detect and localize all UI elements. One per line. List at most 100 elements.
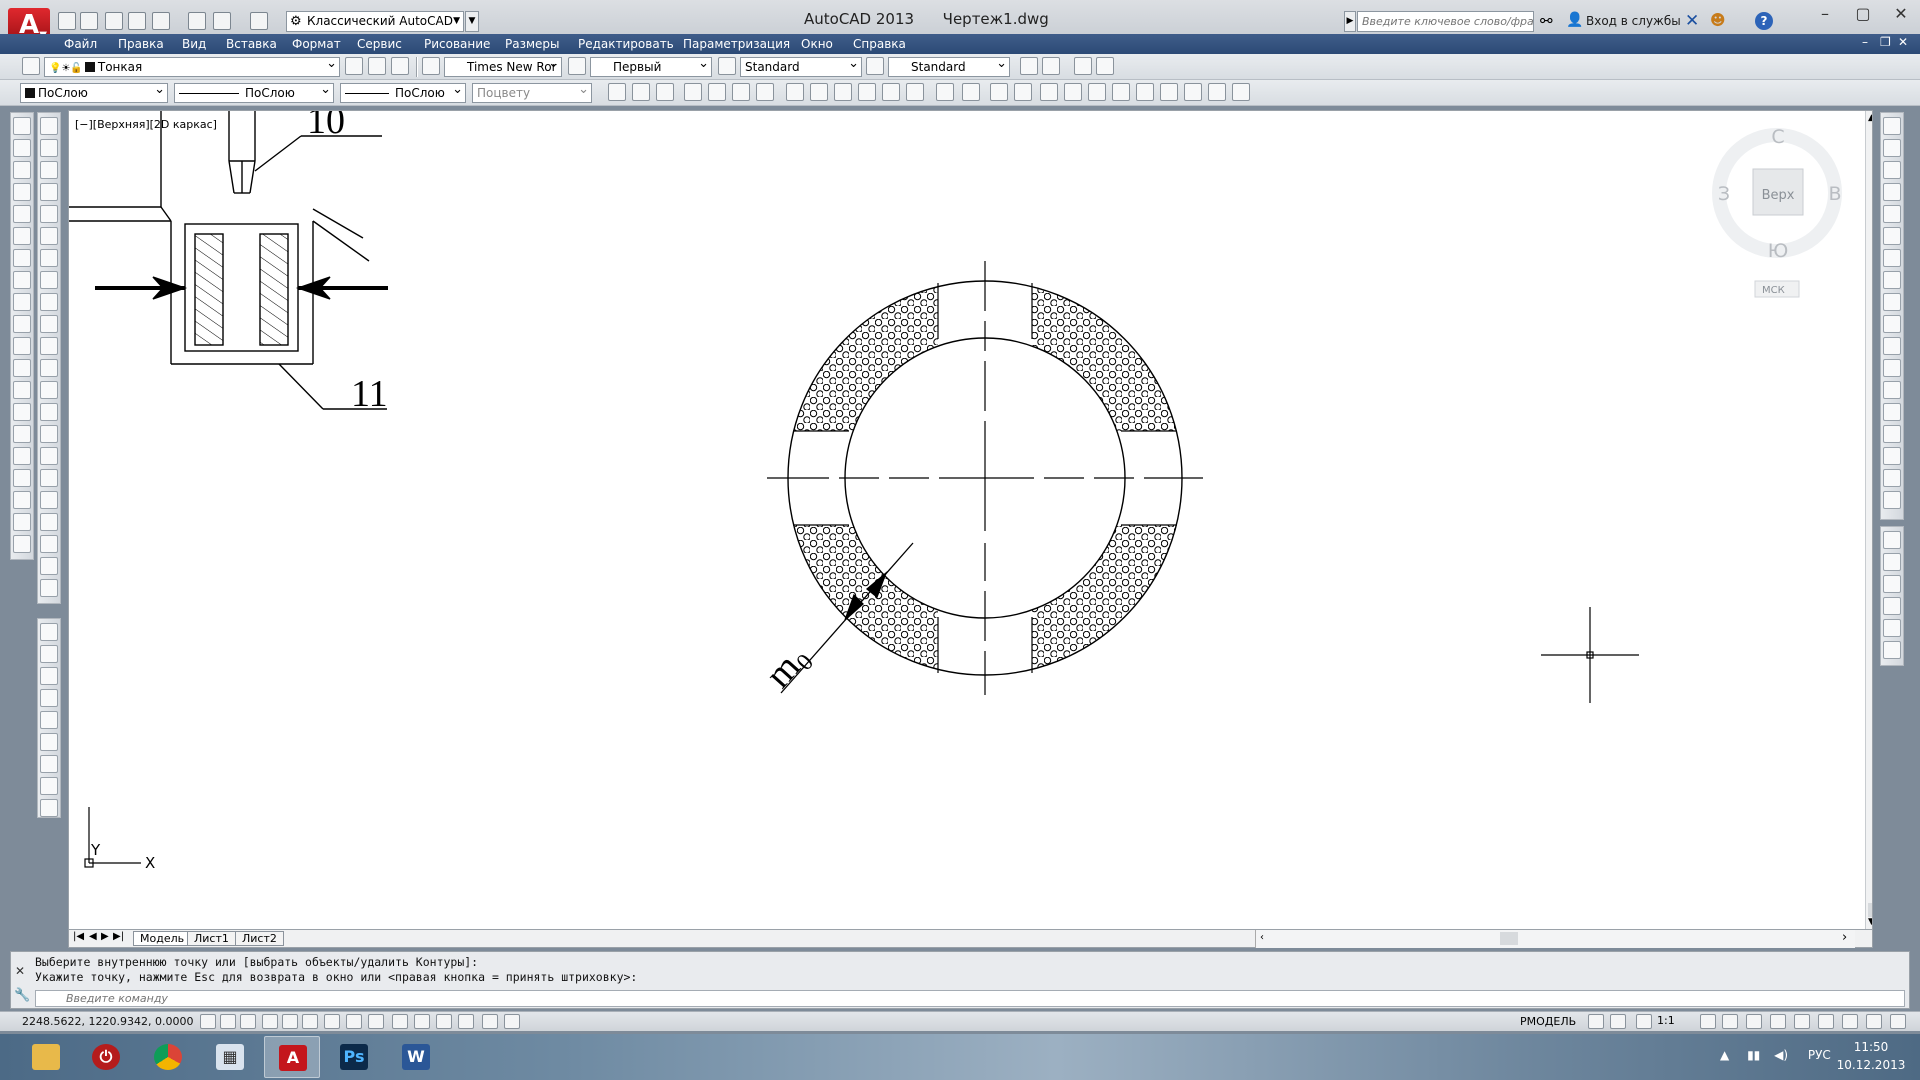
status-tool-icon[interactable] [1794,1014,1810,1029]
status-tool-icon[interactable] [1700,1014,1716,1029]
draw-tool-icon[interactable] [13,139,31,157]
draw-tool-icon[interactable] [13,205,31,223]
multileader-icon[interactable] [1096,57,1114,75]
status-toggle-icon[interactable] [392,1014,408,1029]
multileader-style-icon[interactable] [866,57,884,75]
standard-tool-icon[interactable] [1014,83,1032,101]
draw-tool-icon[interactable] [13,513,31,531]
maximize-button[interactable]: ▢ [1846,4,1880,23]
draw-tool-icon[interactable] [13,535,31,553]
doc-close-button[interactable]: ✕ [1898,35,1908,49]
horizontal-scrollbar[interactable]: ‹ › [1255,930,1855,948]
menu-item[interactable]: Вставка [226,35,277,53]
standard-tool-icon[interactable] [962,83,980,101]
dimension-style-icon[interactable] [568,57,586,75]
standard-tool-icon[interactable] [1064,83,1082,101]
status-toggle-icon[interactable] [302,1014,318,1029]
draw-tool-icon[interactable] [13,491,31,509]
color-dropdown[interactable]: ПоСлою [20,83,168,103]
dimension-tool-icon[interactable] [40,139,58,157]
tab-next-icon[interactable]: ▶ [101,931,109,942]
user-icon[interactable]: 👤 [1566,12,1583,28]
standard-tool-icon[interactable] [936,83,954,101]
standard-tool-icon[interactable] [756,83,774,101]
dimension-tool-icon[interactable] [40,249,58,267]
menu-item[interactable]: Размеры [505,35,560,53]
standard-tool-icon[interactable] [786,83,804,101]
status-toggle-icon[interactable] [436,1014,452,1029]
make-current-layer-icon[interactable] [345,57,363,75]
scroll-up-icon[interactable]: ▲ [1868,113,1872,123]
status-toggle-icon[interactable] [240,1014,256,1029]
status-toggle-icon[interactable] [504,1014,520,1029]
text-style-dropdown[interactable]: Standard [740,57,862,77]
modify-tool-icon[interactable] [1883,139,1901,157]
standard-tool-icon[interactable] [1112,83,1130,101]
tab-model[interactable]: Модель [133,931,192,946]
modify-tool-icon[interactable] [1883,447,1901,465]
standard-tool-icon[interactable] [882,83,900,101]
open-file-icon[interactable] [80,12,98,30]
publish-icon[interactable] [152,12,170,30]
status-toggle-icon[interactable] [282,1014,298,1029]
table-style-dropdown[interactable]: Standard [888,57,1010,77]
tab-last-icon[interactable]: ▶| [113,931,124,942]
taskbar-calculator[interactable]: ▦ [202,1036,258,1078]
text-tool-icon[interactable] [40,777,58,795]
close-icon[interactable]: ✕ [15,964,25,978]
standard-tool-icon[interactable] [684,83,702,101]
draw-tool-icon[interactable] [13,425,31,443]
text-tool-icon[interactable] [40,667,58,685]
scroll-right-icon[interactable]: › [1842,930,1847,945]
standard-tool-icon[interactable] [1232,83,1250,101]
draw-order-tool-icon[interactable] [1883,575,1901,593]
volume-icon[interactable]: ◀) [1774,1048,1788,1062]
standard-tool-icon[interactable] [656,83,674,101]
menu-item[interactable]: Окно [801,35,833,53]
save-as-icon[interactable] [128,12,146,30]
menu-item[interactable]: Параметризация [683,35,790,53]
doc-minimize-button[interactable]: – [1862,35,1868,49]
doc-restore-button[interactable]: ❐ [1880,35,1891,49]
taskbar-power[interactable]: ⏻ [78,1036,134,1078]
standard-tool-icon[interactable] [1088,83,1106,101]
viewcube-west[interactable]: З [1718,183,1730,205]
ucs-menu[interactable]: МСК [1762,285,1785,296]
draw-tool-icon[interactable] [13,403,31,421]
dimension-tool-icon[interactable] [40,557,58,575]
status-tool-icon[interactable] [1588,1014,1604,1029]
viewcube-south[interactable]: Ю [1768,240,1789,262]
dimension-tool-icon[interactable] [40,227,58,245]
draw-tool-icon[interactable] [13,469,31,487]
draw-tool-icon[interactable] [13,227,31,245]
modify-tool-icon[interactable] [1883,425,1901,443]
modify-tool-icon[interactable] [1883,117,1901,135]
taskbar-chrome[interactable] [140,1036,196,1078]
modify-tool-icon[interactable] [1883,491,1901,509]
status-toggle-icon[interactable] [324,1014,340,1029]
viewcube-east[interactable]: В [1828,183,1841,205]
standard-tool-icon[interactable] [834,83,852,101]
dimension-tool-icon[interactable] [40,293,58,311]
standard-tool-icon[interactable] [608,83,626,101]
standard-tool-icon[interactable] [1040,83,1058,101]
modify-tool-icon[interactable] [1883,403,1901,421]
scroll-left-icon[interactable]: ‹ [1260,932,1264,943]
standard-tool-icon[interactable] [708,83,726,101]
draw-tool-icon[interactable] [13,249,31,267]
status-tool-icon[interactable] [1842,1014,1858,1029]
drawing-viewport[interactable]: 10 11 m 0 Y X Верх С Ю З В МСК [−][Верхн… [68,110,1873,930]
close-window-button[interactable]: ✕ [1884,4,1918,23]
taskbar-explorer[interactable] [18,1036,74,1078]
dimension-tool-icon[interactable] [40,161,58,179]
draw-tool-icon[interactable] [13,161,31,179]
status-tool-icon[interactable] [1866,1014,1882,1029]
modify-tool-icon[interactable] [1883,249,1901,267]
wrench-icon[interactable]: 🔧 [14,988,30,1003]
tab-sheet2[interactable]: Лист2 [235,931,284,946]
sheet-set-icon[interactable] [1074,57,1092,75]
dimension-tool-icon[interactable] [40,381,58,399]
help-icon[interactable]: ? [1755,12,1773,30]
binoculars-icon[interactable]: ⚯ [1540,12,1553,30]
dimension-tool-icon[interactable] [40,535,58,553]
